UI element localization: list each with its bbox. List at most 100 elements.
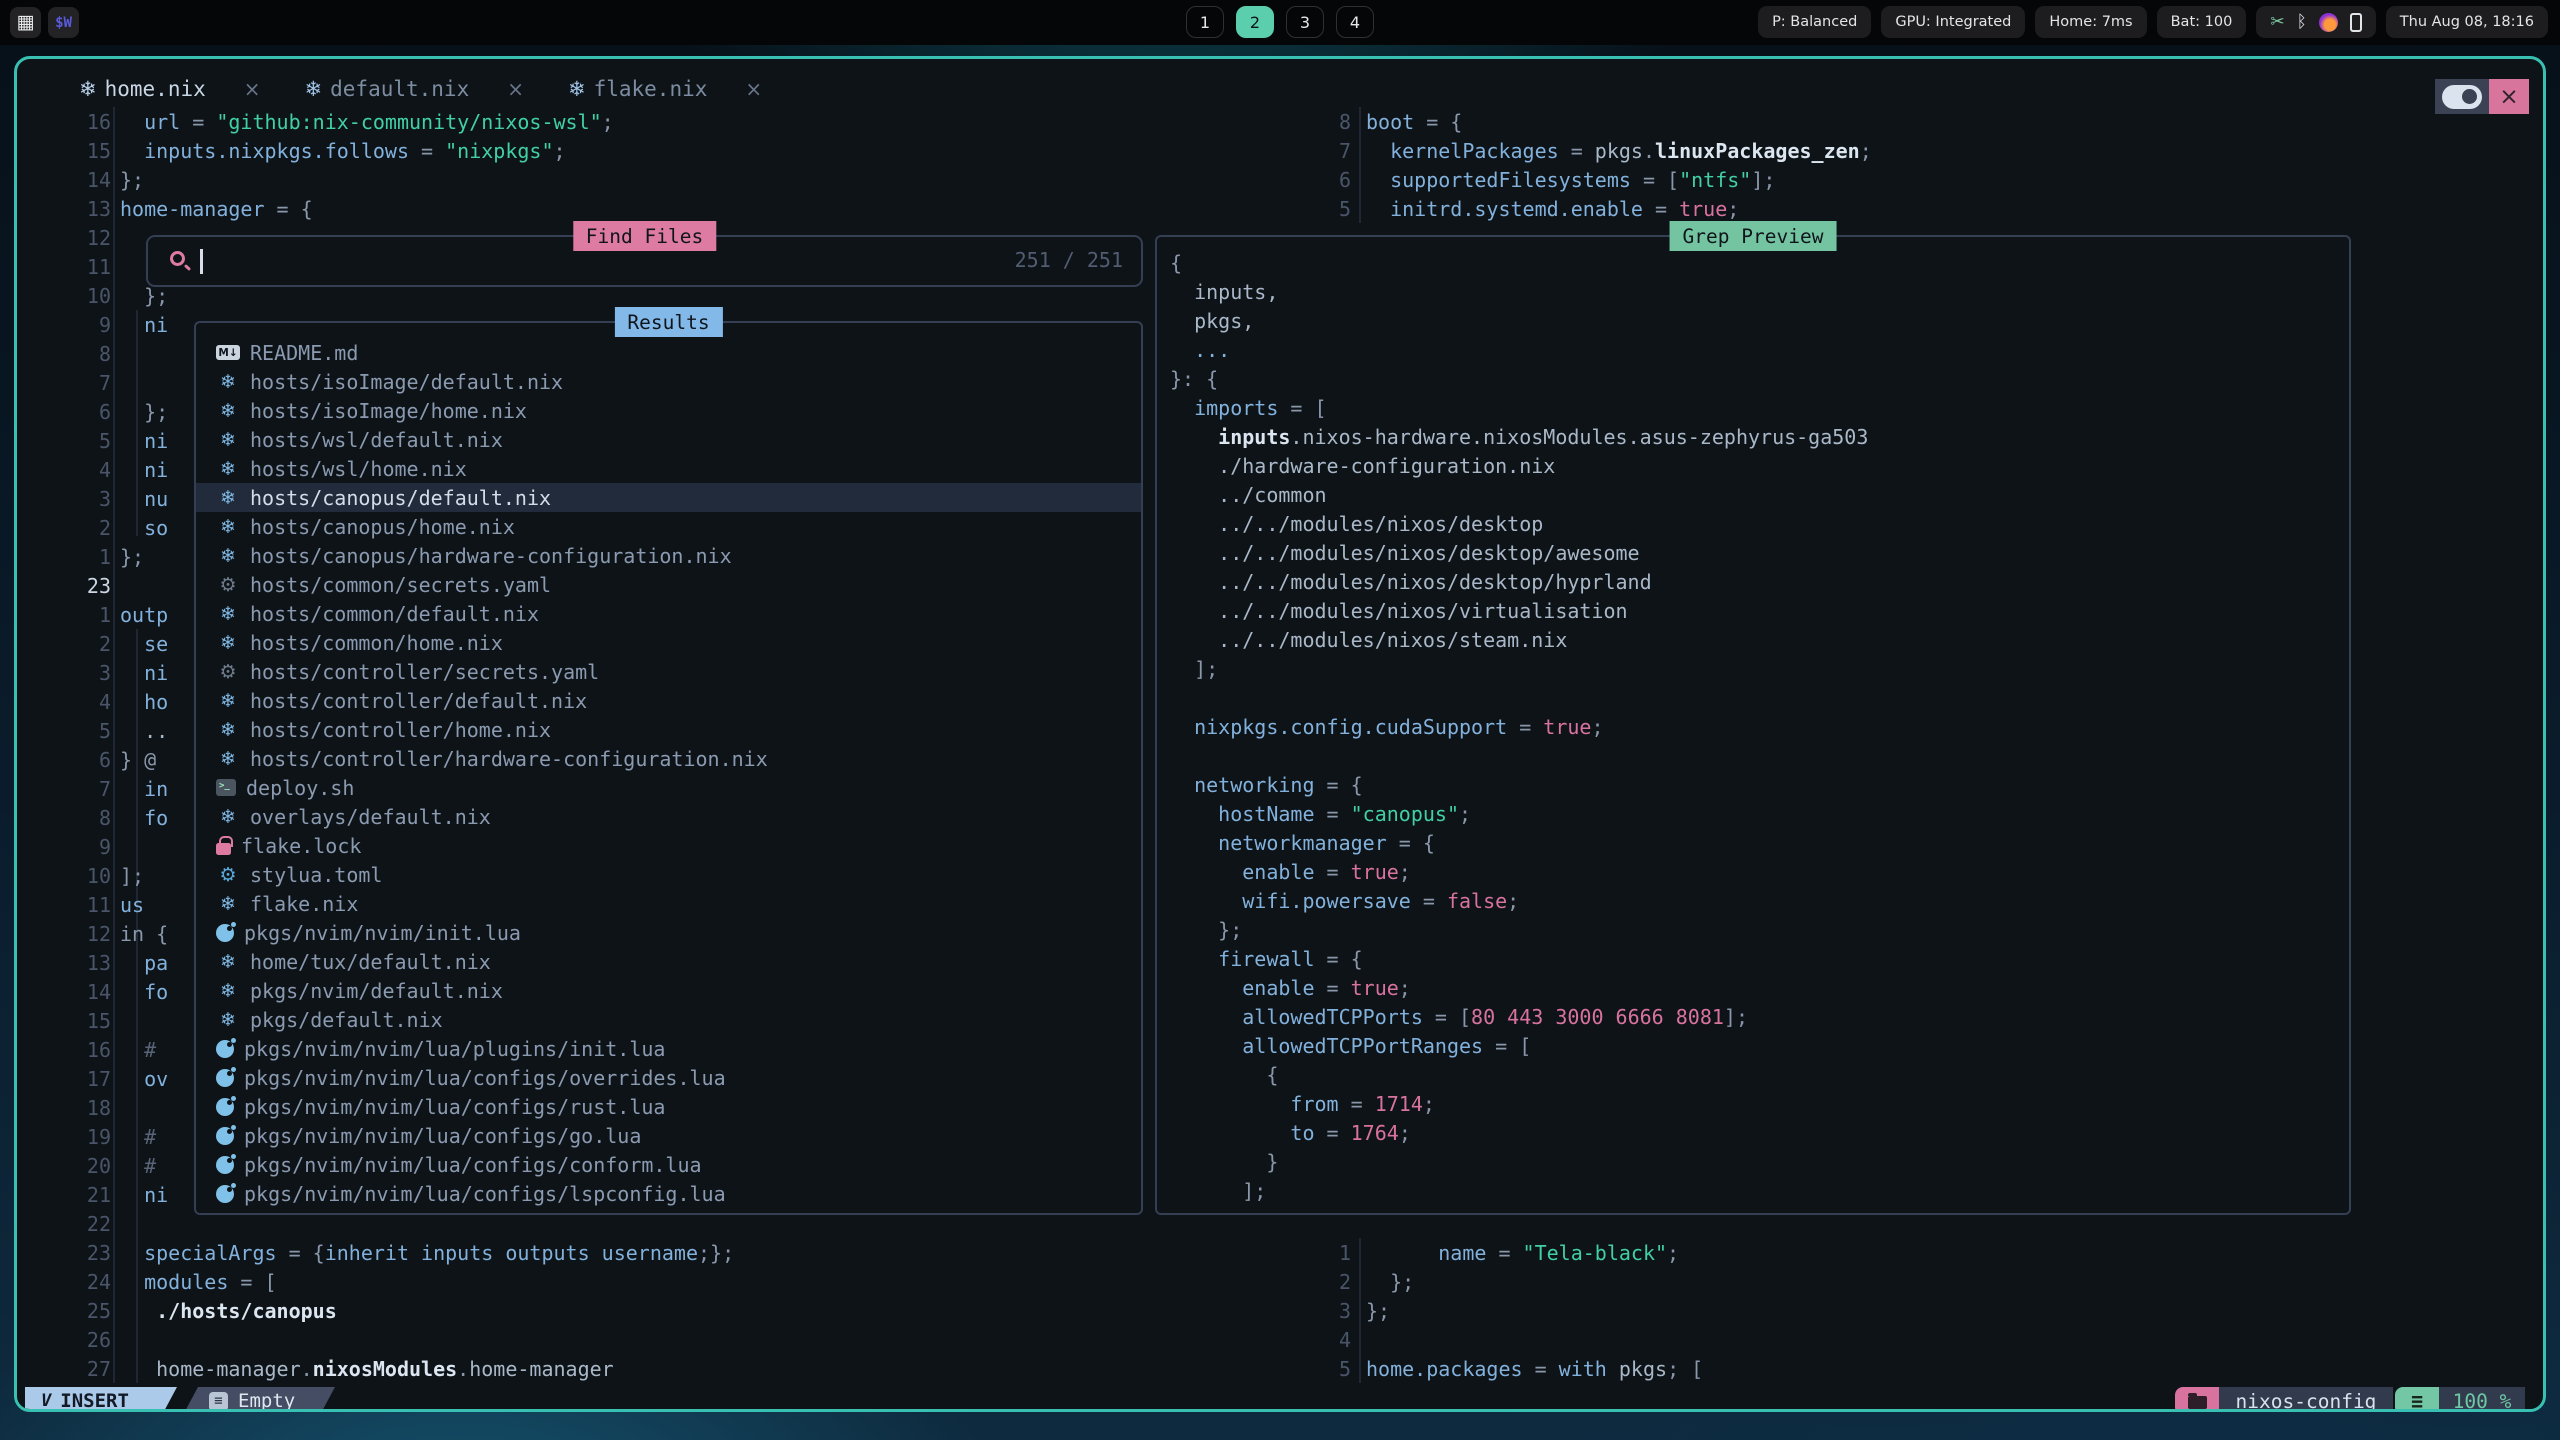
result-item[interactable]: pkgs/nvim/default.nix: [196, 976, 1141, 1005]
editor-line: 3 nu: [47, 484, 168, 513]
editor-line: to = 1764;: [1170, 1118, 1411, 1147]
result-item[interactable]: stylua.toml: [196, 860, 1141, 889]
workspace-button-1[interactable]: 1: [1186, 6, 1224, 38]
terminal-workspace-button[interactable]: $W: [48, 7, 79, 38]
editor-line: wifi.powersave = false;: [1170, 886, 1519, 915]
find-files-title: Find Files: [573, 221, 716, 251]
editor-line: 15: [47, 1006, 120, 1035]
code-text: } @: [120, 748, 156, 772]
code-text: ov: [120, 1067, 168, 1091]
editor-line: pkgs,: [1170, 306, 1254, 335]
tab-close-icon[interactable]: ×: [244, 77, 261, 101]
editor-line: }: [1170, 1147, 1278, 1176]
line-number: 11: [47, 893, 111, 917]
result-item[interactable]: hosts/controller/default.nix: [196, 686, 1141, 715]
editor-line: 27 home-manager.nixosModules.home-manage…: [47, 1354, 614, 1383]
nix-file-icon: [216, 980, 240, 1002]
result-counter: 251 / 251: [1015, 248, 1123, 272]
app-launcher-button[interactable]: ▦: [10, 7, 41, 38]
result-item[interactable]: pkgs/default.nix: [196, 1005, 1141, 1034]
nix-snowflake-icon: ❄: [305, 77, 323, 101]
code-text: ../../modules/nixos/virtualisation: [1170, 599, 1628, 623]
result-item[interactable]: hosts/controller/home.nix: [196, 715, 1141, 744]
result-item[interactable]: hosts/isoImage/home.nix: [196, 396, 1141, 425]
tab-home.nix[interactable]: ❄home.nix×: [79, 77, 261, 101]
result-item[interactable]: overlays/default.nix: [196, 802, 1141, 831]
tab-flake.nix[interactable]: ❄flake.nix×: [568, 77, 762, 101]
line-number: 2: [47, 632, 111, 656]
result-item[interactable]: flake.lock: [196, 831, 1141, 860]
result-item[interactable]: home/tux/default.nix: [196, 947, 1141, 976]
result-item[interactable]: hosts/common/default.nix: [196, 599, 1141, 628]
nix-file-icon: [216, 632, 240, 654]
line-number: 7: [47, 777, 111, 801]
workspace-button-3[interactable]: 3: [1286, 6, 1324, 38]
result-item[interactable]: hosts/canopus/default.nix: [196, 483, 1141, 512]
result-item[interactable]: pkgs/nvim/nvim/lua/configs/overrides.lua: [196, 1063, 1141, 1092]
tab-default.nix[interactable]: ❄ default.nix ×: [305, 77, 524, 101]
workspace-button-4[interactable]: 4: [1336, 6, 1374, 38]
result-item[interactable]: hosts/wsl/default.nix: [196, 425, 1141, 454]
result-item[interactable]: hosts/isoImage/default.nix: [196, 367, 1141, 396]
code-text: #: [120, 1154, 156, 1178]
editor-line: 5home.packages = with pkgs; [: [1287, 1354, 1703, 1383]
result-label: pkgs/nvim/nvim/lua/configs/lspconfig.lua: [244, 1182, 726, 1206]
code-text: home-manager = {: [120, 197, 313, 221]
window-toggle[interactable]: [2435, 79, 2489, 114]
result-item[interactable]: pkgs/nvim/nvim/lua/configs/rust.lua: [196, 1092, 1141, 1121]
code-text: so: [120, 516, 168, 540]
result-label: hosts/common/home.nix: [250, 631, 503, 655]
result-item[interactable]: hosts/controller/hardware-configuration.…: [196, 744, 1141, 773]
result-item[interactable]: pkgs/nvim/nvim/lua/plugins/init.lua: [196, 1034, 1141, 1063]
media-icon: [2319, 13, 2338, 32]
toml-file-icon: [216, 864, 240, 886]
editor-line: ];: [1170, 1176, 1266, 1205]
code-text: ../../modules/nixos/desktop/awesome: [1170, 541, 1640, 565]
find-files-prompt[interactable]: Find Files 251 / 251: [146, 235, 1143, 287]
result-label: overlays/default.nix: [250, 805, 491, 829]
code-text: };: [1366, 1299, 1390, 1323]
editor-line: inputs.nixos-hardware.nixosModules.asus-…: [1170, 422, 1868, 451]
tray-pill[interactable]: ✂ ᛒ: [2256, 6, 2375, 38]
result-item[interactable]: hosts/canopus/home.nix: [196, 512, 1141, 541]
line-number: 10: [47, 864, 111, 888]
line-number: 27: [47, 1357, 111, 1381]
result-item[interactable]: pkgs/nvim/nvim/lua/configs/conform.lua: [196, 1150, 1141, 1179]
result-item[interactable]: hosts/controller/secrets.yaml: [196, 657, 1141, 686]
editor-line: 14};: [47, 165, 144, 194]
workspace-button-2[interactable]: 2: [1236, 6, 1274, 38]
line-number: 24: [47, 1270, 111, 1294]
code-text: };: [1170, 918, 1242, 942]
tab-label: home.nix: [105, 77, 206, 101]
result-item[interactable]: M↓README.md: [196, 338, 1141, 367]
tab-label: default.nix: [330, 77, 469, 101]
editor-line: }: {: [1170, 364, 1218, 393]
result-item[interactable]: flake.nix: [196, 889, 1141, 918]
result-item[interactable]: hosts/common/home.nix: [196, 628, 1141, 657]
result-label: flake.lock: [241, 834, 361, 858]
editor-line: 22: [47, 1209, 120, 1238]
editor-line: hostName = "canopus";: [1170, 799, 1471, 828]
nix-file-icon: [216, 371, 240, 393]
result-label: hosts/isoImage/home.nix: [250, 399, 527, 423]
line-number: 11: [47, 255, 111, 279]
result-item[interactable]: pkgs/nvim/nvim/lua/configs/go.lua: [196, 1121, 1141, 1150]
code-text: hostName = "canopus";: [1170, 802, 1471, 826]
result-item[interactable]: pkgs/nvim/nvim/init.lua: [196, 918, 1141, 947]
result-item[interactable]: >_deploy.sh: [196, 773, 1141, 802]
window-close-button[interactable]: ×: [2489, 79, 2529, 114]
result-item[interactable]: pkgs/nvim/nvim/lua/configs/lspconfig.lua: [196, 1179, 1141, 1208]
editor-line: 12in {: [47, 919, 168, 948]
editor-line: ];: [1170, 654, 1218, 683]
code-text: ni: [120, 661, 168, 685]
code-text: allowedTCPPorts = [80 443 3000 6666 8081…: [1170, 1005, 1748, 1029]
result-item[interactable]: hosts/canopus/hardware-configuration.nix: [196, 541, 1141, 570]
code-text: ./hardware-configuration.nix: [1170, 454, 1555, 478]
result-item[interactable]: hosts/common/secrets.yaml: [196, 570, 1141, 599]
editor-line: 23: [47, 571, 120, 600]
line-number: 22: [47, 1212, 111, 1236]
result-item[interactable]: hosts/wsl/home.nix: [196, 454, 1141, 483]
editor-line: 8 fo: [47, 803, 168, 832]
tab-close-icon[interactable]: ×: [507, 77, 524, 101]
tab-close-icon[interactable]: ×: [745, 77, 762, 101]
